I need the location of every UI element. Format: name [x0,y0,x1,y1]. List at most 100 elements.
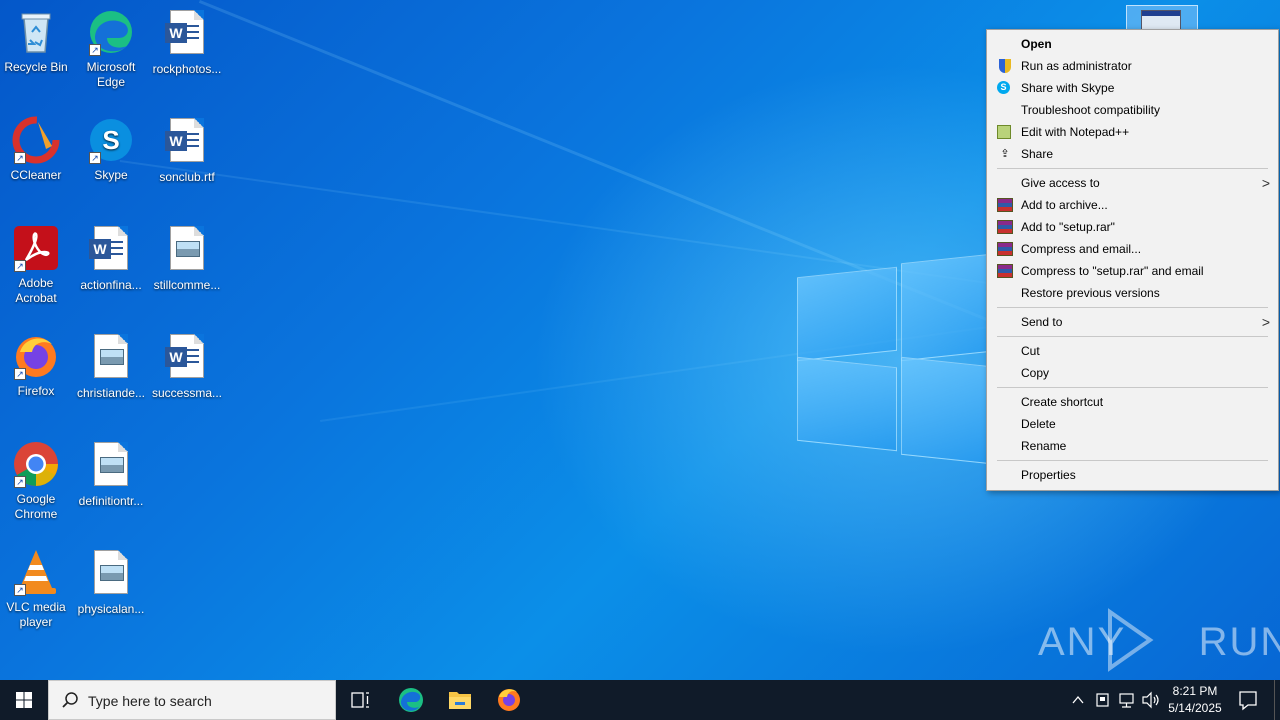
menu-separator [997,460,1268,461]
desktop-icon-label: CCleaner [10,168,62,182]
desktop-icon-label: sonclub.rtf [159,170,215,184]
desktop-icon-file[interactable]: W actionfina... [73,224,149,293]
taskbar-clock[interactable]: 8:21 PM 5/14/2025 [1164,680,1226,720]
desktop-icon-ccleaner[interactable]: ↗ CCleaner [0,116,74,183]
winrar-icon [997,220,1013,234]
chrome-icon: ↗ [12,440,60,488]
clock-time: 8:21 PM [1172,684,1218,698]
desktop-icon-file[interactable]: W sonclub.rtf [149,116,225,185]
chevron-right-icon: > [1261,175,1270,191]
desktop-icon-label: Skype [94,168,128,182]
shortcut-arrow-icon: ↗ [14,152,26,164]
skype-icon: S [997,81,1010,94]
menu-item-edit-with-notepadpp[interactable]: Edit with Notepad++ [987,121,1278,143]
chevron-up-icon [1072,695,1084,704]
firefox-icon: ↗ [12,332,60,380]
menu-item-add-to-setup-rar[interactable]: Add to "setup.rar" [987,216,1278,238]
desktop-icon-label: christiande... [76,386,146,400]
menu-item-troubleshoot-compatibility[interactable]: Troubleshoot compatibility [987,99,1278,121]
desktop-icon-file[interactable]: W successma... [149,332,225,401]
windows-logo-pane [797,266,897,362]
desktop-icon-google-chrome[interactable]: ↗ Google Chrome [0,440,74,522]
selected-desktop-icon[interactable] [1126,5,1198,32]
menu-item-rename[interactable]: Rename [987,435,1278,457]
image-file-icon [87,442,135,490]
network-icon [1119,693,1134,708]
start-button[interactable] [0,680,48,720]
menu-item-delete[interactable]: Delete [987,413,1278,435]
notepadpp-icon [997,125,1011,139]
desktop-icon-vlc[interactable]: ↗ VLC media player [0,548,74,630]
menu-item-properties[interactable]: Properties [987,464,1278,486]
tray-network-button[interactable] [1116,680,1138,720]
menu-item-copy[interactable]: Copy [987,362,1278,384]
word-document-icon: W [163,10,211,58]
desktop-icon-label: Microsoft Edge [86,60,136,89]
desktop-icon-label: rockphotos... [152,62,222,76]
menu-item-give-access-to[interactable]: Give access to > [987,172,1278,194]
image-file-icon [87,550,135,598]
desktop-icon-firefox[interactable]: ↗ Firefox [0,332,74,399]
speaker-icon [1142,691,1159,709]
desktop-icon-label: definitiontr... [78,494,144,508]
taskbar-search-box[interactable]: Type here to search [48,680,336,720]
show-desktop-button[interactable] [1274,680,1280,720]
word-document-icon: W [87,226,135,274]
menu-separator [997,168,1268,169]
menu-item-compress-to-setup-rar-and-email[interactable]: Compress to "setup.rar" and email [987,260,1278,282]
desktop-icon-file[interactable]: W rockphotos... [149,8,225,77]
menu-item-restore-previous-versions[interactable]: Restore previous versions [987,282,1278,304]
shortcut-arrow-icon: ↗ [14,260,26,272]
firefox-icon [498,689,520,711]
clock-date: 5/14/2025 [1168,701,1222,715]
task-view-button[interactable] [338,680,382,720]
folder-icon [449,692,471,709]
search-icon [61,691,81,711]
winrar-icon [997,242,1013,256]
shield-icon [999,59,1011,73]
search-placeholder: Type here to search [88,693,212,709]
desktop-icon-microsoft-edge[interactable]: ↗ Microsoft Edge [73,8,149,90]
menu-item-open[interactable]: Open [987,33,1278,55]
menu-item-add-to-archive[interactable]: Add to archive... [987,194,1278,216]
action-center-button[interactable] [1230,680,1266,720]
menu-item-share-with-skype[interactable]: S Share with Skype [987,77,1278,99]
taskbar-file-explorer-button[interactable] [437,680,483,720]
image-file-icon [87,334,135,382]
word-document-icon: W [163,118,211,166]
menu-item-create-shortcut[interactable]: Create shortcut [987,391,1278,413]
desktop-icon-label: Firefox [17,384,55,398]
skype-icon: S ↗ [87,116,135,164]
desktop-icon-label: Recycle Bin [4,60,68,74]
show-hidden-icons-button[interactable] [1068,680,1088,720]
taskbar-edge-button[interactable] [388,680,434,720]
menu-separator [997,336,1268,337]
desktop-icon-file[interactable]: stillcomme... [149,224,225,293]
windows-start-icon [16,692,32,708]
desktop-icon-skype[interactable]: S ↗ Skype [73,116,149,183]
winrar-icon [997,264,1013,278]
adobe-acrobat-icon: ↗ [12,224,60,272]
recycle-bin-icon [12,8,60,56]
taskbar-firefox-button[interactable] [486,680,532,720]
desktop-icon-file[interactable]: definitiontr... [73,440,149,509]
desktop-icon-recycle-bin[interactable]: Recycle Bin [0,8,74,75]
menu-item-cut[interactable]: Cut [987,340,1278,362]
menu-item-run-as-administrator[interactable]: Run as administrator [987,55,1278,77]
chevron-right-icon: > [1261,314,1270,330]
tray-volume-button[interactable] [1140,680,1162,720]
word-document-icon: W [163,334,211,382]
menu-item-send-to[interactable]: Send to > [987,311,1278,333]
shortcut-arrow-icon: ↗ [14,476,26,488]
desktop-icon-file[interactable]: physicalan... [73,548,149,617]
menu-item-compress-and-email[interactable]: Compress and email... [987,238,1278,260]
tray-device-button[interactable] [1092,680,1114,720]
desktop-icon-label: Google Chrome [14,492,58,521]
desktop-icon-file[interactable]: christiande... [73,332,149,401]
menu-item-share[interactable]: ⇪ Share [987,143,1278,165]
ccleaner-icon: ↗ [12,116,60,164]
shortcut-arrow-icon: ↗ [14,368,26,380]
desktop-icon-adobe-acrobat[interactable]: ↗ Adobe Acrobat [0,224,74,306]
share-icon: ⇪ [1000,148,1010,160]
desktop-icon-label: physicalan... [77,602,145,616]
